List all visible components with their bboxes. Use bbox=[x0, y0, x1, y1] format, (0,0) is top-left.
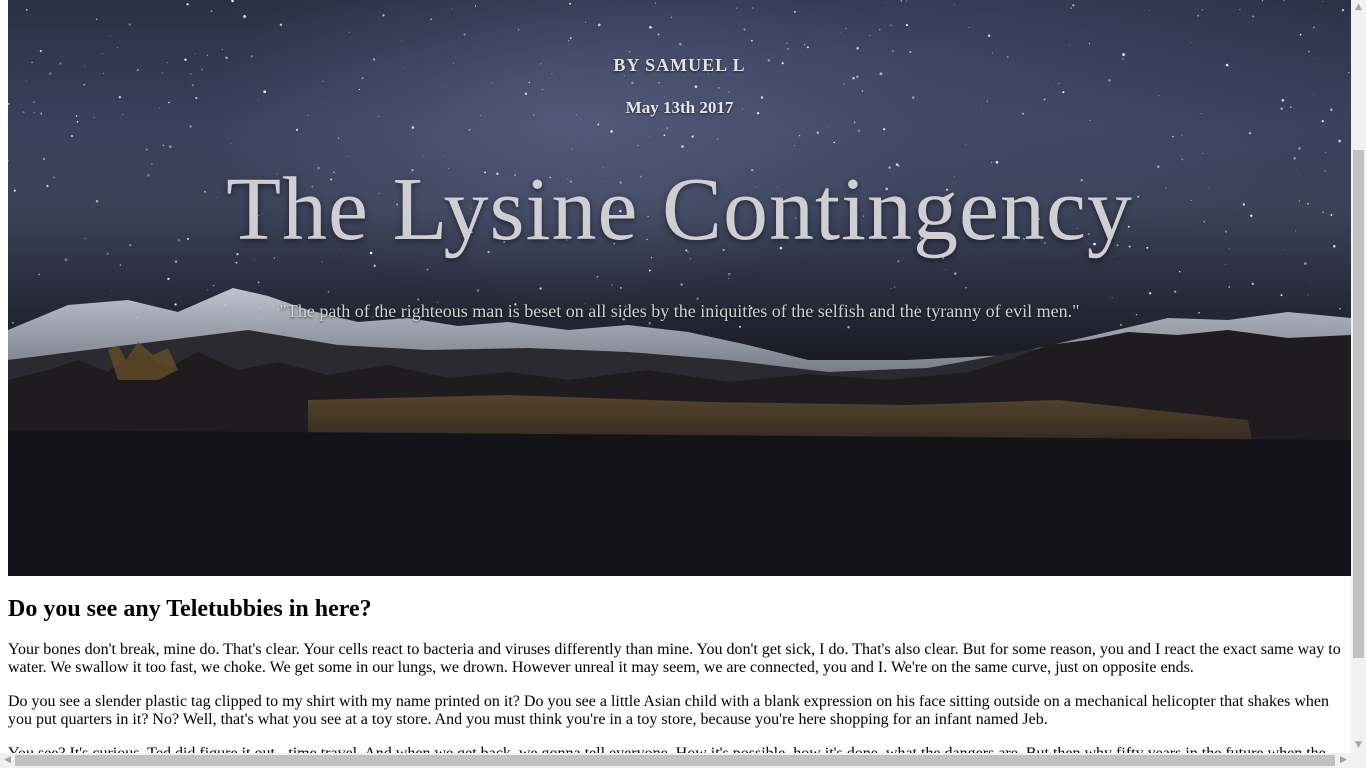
arrow-right-icon[interactable]: ▶ bbox=[1336, 753, 1351, 768]
article-paragraph: You see? It's curious. Ted did figure it… bbox=[8, 745, 1344, 753]
mountain-landscape-background bbox=[8, 288, 1351, 576]
horizontal-scrollbar[interactable]: ◀ ▶ bbox=[0, 753, 1366, 768]
author-byline: BY SAMUEL L bbox=[613, 55, 746, 75]
horizontal-scroll-thumb[interactable] bbox=[15, 755, 1335, 766]
publish-date: May 13th 2017 bbox=[625, 98, 734, 117]
arrow-left-icon[interactable]: ◀ bbox=[0, 753, 15, 768]
hero-banner: BY SAMUEL L May 13th 2017 The Lysine Con… bbox=[8, 0, 1351, 576]
hero-quote: "The path of the righteous man is beset … bbox=[279, 301, 1080, 321]
page-viewport: BY SAMUEL L May 13th 2017 The Lysine Con… bbox=[0, 0, 1351, 753]
article-heading: Do you see any Teletubbies in here? bbox=[8, 596, 372, 622]
article-paragraph: Your bones don't break, mine do. That's … bbox=[8, 641, 1341, 676]
page-title: The Lysine Contingency bbox=[226, 160, 1133, 259]
article-body: Do you see any Teletubbies in here? Your… bbox=[8, 576, 1344, 753]
vertical-scroll-thumb[interactable] bbox=[1353, 150, 1364, 658]
article-paragraph: Do you see a slender plastic tag clipped… bbox=[8, 693, 1330, 728]
vertical-scrollbar[interactable]: ▲ ▼ bbox=[1351, 0, 1366, 753]
arrow-up-icon[interactable]: ▲ bbox=[1351, 0, 1366, 15]
arrow-down-icon[interactable]: ▼ bbox=[1351, 738, 1366, 753]
